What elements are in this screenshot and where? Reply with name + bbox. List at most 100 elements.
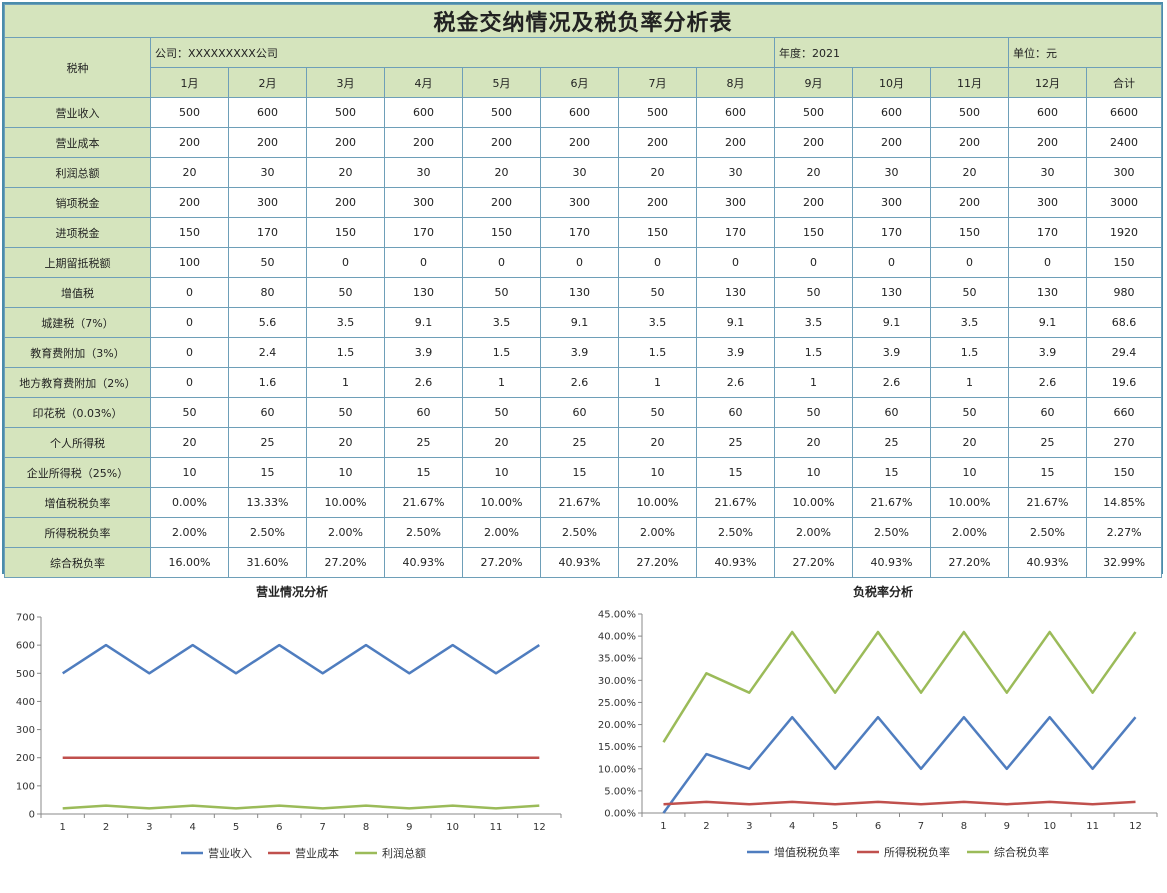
value-cell[interactable]: 20 xyxy=(150,427,229,458)
row-label[interactable]: 地方教育费附加（2%） xyxy=(4,367,151,398)
total-cell[interactable]: 14.85% xyxy=(1085,487,1163,518)
value-cell[interactable]: 300 xyxy=(228,187,307,218)
value-cell[interactable]: 1.5 xyxy=(306,337,385,368)
series-line-1[interactable] xyxy=(662,715,1137,814)
value-cell[interactable]: 200 xyxy=(852,127,931,158)
value-cell[interactable]: 500 xyxy=(774,97,853,128)
value-cell[interactable]: 20 xyxy=(930,427,1009,458)
value-cell[interactable]: 2.6 xyxy=(384,367,463,398)
value-cell[interactable]: 0 xyxy=(774,247,853,278)
value-cell[interactable]: 300 xyxy=(696,187,775,218)
total-cell[interactable]: 660 xyxy=(1085,397,1163,428)
value-cell[interactable]: 0 xyxy=(384,247,463,278)
value-cell[interactable]: 25 xyxy=(384,427,463,458)
row-label[interactable]: 企业所得税（25%） xyxy=(4,457,151,488)
value-cell[interactable]: 13.33% xyxy=(228,487,307,518)
value-cell[interactable]: 10 xyxy=(462,457,541,488)
value-cell[interactable]: 10.00% xyxy=(618,487,697,518)
row-label[interactable]: 教育费附加（3%） xyxy=(4,337,151,368)
value-cell[interactable]: 16.00% xyxy=(150,547,229,578)
value-cell[interactable]: 0 xyxy=(150,307,229,338)
series-line-2[interactable] xyxy=(663,800,1136,806)
value-cell[interactable]: 150 xyxy=(774,217,853,248)
value-cell[interactable]: 200 xyxy=(462,127,541,158)
total-cell[interactable]: 68.6 xyxy=(1085,307,1163,338)
total-cell[interactable]: 2.27% xyxy=(1085,517,1163,548)
value-cell[interactable]: 200 xyxy=(618,187,697,218)
value-cell[interactable]: 0 xyxy=(150,337,229,368)
value-cell[interactable]: 3.9 xyxy=(1008,337,1087,368)
value-cell[interactable]: 9.1 xyxy=(384,307,463,338)
value-cell[interactable]: 200 xyxy=(306,127,385,158)
total-cell[interactable]: 19.6 xyxy=(1085,367,1163,398)
value-cell[interactable]: 30 xyxy=(228,157,307,188)
value-cell[interactable]: 0 xyxy=(150,367,229,398)
value-cell[interactable]: 1 xyxy=(306,367,385,398)
value-cell[interactable]: 10.00% xyxy=(930,487,1009,518)
value-cell[interactable]: 600 xyxy=(384,97,463,128)
value-cell[interactable]: 20 xyxy=(774,157,853,188)
row-label[interactable]: 利润总额 xyxy=(4,157,151,188)
value-cell[interactable]: 130 xyxy=(540,277,619,308)
row-label[interactable]: 个人所得税 xyxy=(4,427,151,458)
value-cell[interactable]: 50 xyxy=(774,277,853,308)
row-label[interactable]: 上期留抵税额 xyxy=(4,247,151,278)
value-cell[interactable]: 2.50% xyxy=(384,517,463,548)
value-cell[interactable]: 300 xyxy=(1008,187,1087,218)
value-cell[interactable]: 600 xyxy=(852,97,931,128)
value-cell[interactable]: 500 xyxy=(150,97,229,128)
value-cell[interactable]: 300 xyxy=(540,187,619,218)
value-cell[interactable]: 1.5 xyxy=(930,337,1009,368)
value-cell[interactable]: 15 xyxy=(384,457,463,488)
value-cell[interactable]: 500 xyxy=(306,97,385,128)
value-cell[interactable]: 1 xyxy=(930,367,1009,398)
value-cell[interactable]: 50 xyxy=(150,397,229,428)
value-cell[interactable]: 200 xyxy=(540,127,619,158)
value-cell[interactable]: 3.9 xyxy=(384,337,463,368)
value-cell[interactable]: 2.00% xyxy=(930,517,1009,548)
value-cell[interactable]: 40.93% xyxy=(384,547,463,578)
value-cell[interactable]: 200 xyxy=(150,187,229,218)
value-cell[interactable]: 200 xyxy=(384,127,463,158)
value-cell[interactable]: 2.00% xyxy=(774,517,853,548)
value-cell[interactable]: 200 xyxy=(618,127,697,158)
value-cell[interactable]: 3.9 xyxy=(852,337,931,368)
value-cell[interactable]: 40.93% xyxy=(852,547,931,578)
row-label[interactable]: 城建税（7%） xyxy=(4,307,151,338)
value-cell[interactable]: 27.20% xyxy=(462,547,541,578)
total-cell[interactable]: 1920 xyxy=(1085,217,1163,248)
value-cell[interactable]: 130 xyxy=(852,277,931,308)
value-cell[interactable]: 30 xyxy=(384,157,463,188)
value-cell[interactable]: 25 xyxy=(852,427,931,458)
value-cell[interactable]: 60 xyxy=(540,397,619,428)
value-cell[interactable]: 3.5 xyxy=(774,307,853,338)
value-cell[interactable]: 150 xyxy=(930,217,1009,248)
row-label[interactable]: 综合税负率 xyxy=(4,547,151,578)
value-cell[interactable]: 0 xyxy=(150,277,229,308)
total-cell[interactable]: 32.99% xyxy=(1085,547,1163,578)
value-cell[interactable]: 1.5 xyxy=(774,337,853,368)
value-cell[interactable]: 170 xyxy=(852,217,931,248)
value-cell[interactable]: 50 xyxy=(930,397,1009,428)
value-cell[interactable]: 25 xyxy=(540,427,619,458)
value-cell[interactable]: 300 xyxy=(852,187,931,218)
total-cell[interactable]: 3000 xyxy=(1085,187,1163,218)
value-cell[interactable]: 50 xyxy=(462,277,541,308)
total-cell[interactable]: 29.4 xyxy=(1085,337,1163,368)
value-cell[interactable]: 60 xyxy=(1008,397,1087,428)
value-cell[interactable]: 3.9 xyxy=(540,337,619,368)
value-cell[interactable]: 200 xyxy=(696,127,775,158)
total-cell[interactable]: 980 xyxy=(1085,277,1163,308)
value-cell[interactable]: 21.67% xyxy=(1008,487,1087,518)
value-cell[interactable]: 40.93% xyxy=(540,547,619,578)
value-cell[interactable]: 50 xyxy=(618,277,697,308)
value-cell[interactable]: 0 xyxy=(618,247,697,278)
value-cell[interactable]: 0 xyxy=(1008,247,1087,278)
value-cell[interactable]: 170 xyxy=(1008,217,1087,248)
value-cell[interactable]: 20 xyxy=(306,427,385,458)
value-cell[interactable]: 1 xyxy=(618,367,697,398)
value-cell[interactable]: 20 xyxy=(930,157,1009,188)
value-cell[interactable]: 2.6 xyxy=(540,367,619,398)
value-cell[interactable]: 1.6 xyxy=(228,367,307,398)
value-cell[interactable]: 2.00% xyxy=(618,517,697,548)
